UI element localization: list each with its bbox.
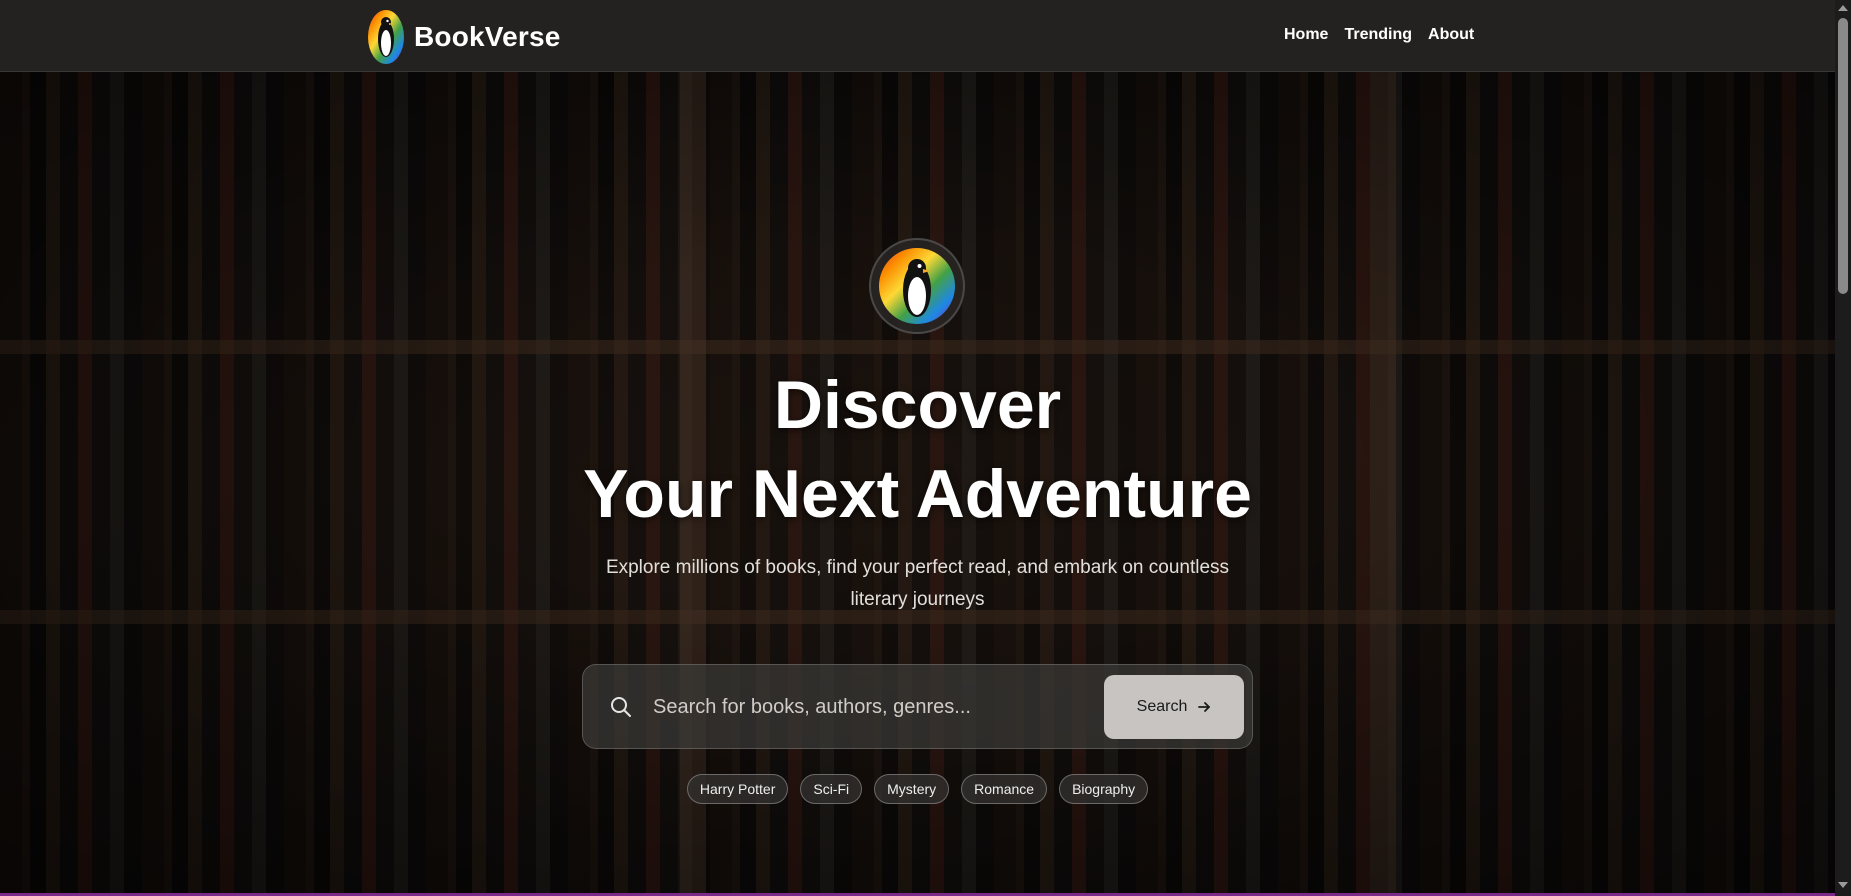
hero-logo: [869, 238, 965, 334]
hero-title-line2: Your Next Adventure: [583, 456, 1252, 532]
tag-romance[interactable]: Romance: [961, 774, 1048, 804]
search-icon: [611, 697, 631, 717]
nav-link-about[interactable]: About: [1428, 26, 1474, 44]
search-input[interactable]: [653, 685, 1073, 729]
nav-links: Home Trending About: [1284, 26, 1474, 44]
scrollbar[interactable]: [1835, 0, 1851, 896]
hero-title-line1: Discover: [773, 367, 1062, 443]
brand[interactable]: BookVerse: [367, 9, 561, 65]
penguin-icon: [879, 248, 955, 324]
scroll-up-icon[interactable]: [1838, 5, 1848, 11]
nav-link-home[interactable]: Home: [1284, 26, 1328, 44]
hero-subtitle: Explore millions of books, find your per…: [605, 557, 1230, 610]
brand-name: BookVerse: [414, 21, 561, 52]
tag-harry-potter[interactable]: Harry Potter: [686, 774, 789, 804]
quick-tags: Harry Potter Sci-Fi Mystery Romance Biog…: [0, 774, 1835, 804]
penguin-icon: [368, 10, 404, 64]
scroll-thumb[interactable]: [1838, 18, 1848, 294]
navbar: BookVerse Home Trending About: [0, 0, 1835, 72]
tag-sci-fi[interactable]: Sci-Fi: [800, 774, 863, 804]
scroll-down-icon[interactable]: [1838, 882, 1848, 888]
search-button-label: Search: [1136, 698, 1188, 715]
tag-biography[interactable]: Biography: [1059, 774, 1149, 804]
arrow-right-icon: [1198, 702, 1211, 712]
search-button[interactable]: Search: [1104, 675, 1244, 739]
nav-link-trending[interactable]: Trending: [1344, 26, 1412, 44]
tag-mystery[interactable]: Mystery: [874, 774, 950, 804]
search-bar: Search: [582, 664, 1253, 749]
